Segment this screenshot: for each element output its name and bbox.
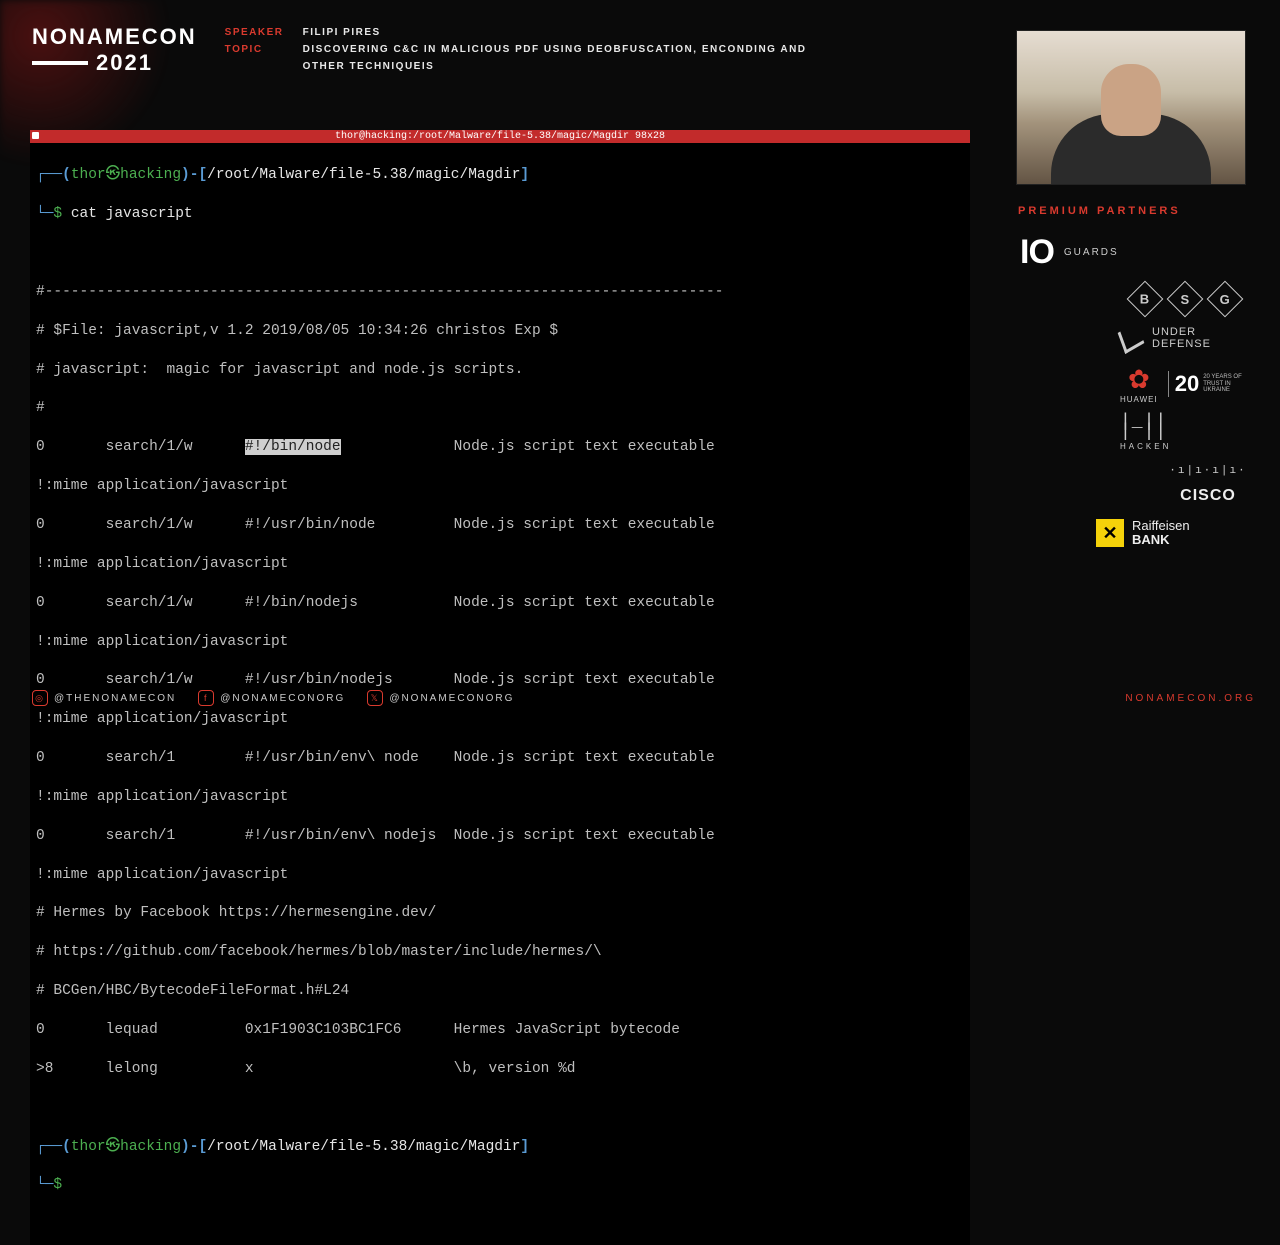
output-line: !:mime application/javascript — [36, 477, 964, 496]
output-line: # BCGen/HBC/BytecodeFileFormat.h#L24 — [36, 982, 964, 1001]
terminal-window: thor@hacking:/root/Malware/file-5.38/mag… — [30, 130, 970, 1245]
partner-huawei: ✿ HUAWEI 20 20 YEARS OF TRUST IN UKRAINE — [1120, 364, 1256, 404]
partners-heading: PREMIUM PARTNERS — [1018, 205, 1181, 217]
session-meta: SPEAKER FILIPI PIRES TOPIC DISCOVERING C… — [225, 24, 823, 75]
output-line: !:mime application/javascript — [36, 788, 964, 807]
social-links: ◎ @THENONAMECON f @NONAMECONORG 𝕏 @NONAM… — [32, 690, 514, 706]
prompt-host: hacking — [120, 167, 181, 183]
output-line: 0 search/1/w #!/bin/nodejs Node.js scrip… — [36, 594, 964, 613]
bsg-letter-icon: B — [1127, 281, 1164, 318]
bsg-letter-icon: S — [1167, 281, 1204, 318]
cisco-bars-icon: ·ı|ı·ı|ı· — [1169, 465, 1246, 477]
partner-cisco: ·ı|ı·ı|ı· CISCO — [1160, 465, 1256, 505]
io-icon: IO — [1020, 233, 1054, 272]
output-line: 0 lequad 0x1F1903C103BC1FC6 Hermes JavaS… — [36, 1021, 964, 1040]
topic-title: DISCOVERING C&C IN MALICIOUS PDF USING D… — [303, 41, 823, 75]
output-line: #---------------------------------------… — [36, 283, 964, 302]
under-defense-icon — [1118, 322, 1145, 354]
social-facebook[interactable]: f @NONAMECONORG — [198, 690, 345, 706]
partner-list: IO GUARDS B S G UNDER DEFENSE ✿ HUAWEI 2… — [1016, 233, 1256, 548]
speaker-label: SPEAKER — [225, 24, 289, 41]
raiffeisen-icon: ✕ — [1096, 519, 1124, 547]
under-defense-l1: UNDER — [1152, 326, 1211, 338]
prompt-path-2: /root/Malware/file-5.38/magic/Magdir — [207, 1139, 520, 1155]
under-defense-l2: DEFENSE — [1152, 338, 1211, 350]
huawei-20-number: 20 — [1168, 371, 1199, 397]
instagram-handle: @THENONAMECON — [54, 693, 176, 704]
topic-label: TOPIC — [225, 41, 289, 75]
site-link[interactable]: NONAMECON.ORG — [1125, 693, 1256, 704]
logo-title: NONAMECON — [32, 24, 197, 50]
speaker-name: FILIPI PIRES — [303, 24, 381, 41]
output-line: >8 lelong x \b, version %d — [36, 1060, 964, 1079]
partner-under-defense: UNDER DEFENSE — [1120, 326, 1256, 350]
output-line: # javascript: magic for javascript and n… — [36, 361, 964, 380]
output-line: 0 search/1 #!/usr/bin/env\ nodejs Node.j… — [36, 827, 964, 846]
output-line: 0 search/1/w #!/usr/bin/node Node.js scr… — [36, 516, 964, 535]
logo-year: 2021 — [96, 50, 153, 76]
social-instagram[interactable]: ◎ @THENONAMECON — [32, 690, 176, 706]
terminal-titlebar: thor@hacking:/root/Malware/file-5.38/mag… — [30, 130, 970, 143]
partner-bsg: B S G — [1130, 286, 1256, 312]
prompt-host: hacking — [120, 1139, 181, 1155]
output-line: 0 search/1 #!/usr/bin/env\ node Node.js … — [36, 749, 964, 768]
output-line: !:mime application/javascript — [36, 555, 964, 574]
command-text: cat javascript — [71, 206, 193, 222]
hacken-label: HACKEN — [1120, 442, 1171, 451]
event-logo: NONAMECON 2021 — [32, 24, 197, 76]
sidebar: PREMIUM PARTNERS IO GUARDS B S G UNDER D… — [1016, 30, 1256, 548]
huawei-tagline: 20 YEARS OF TRUST IN UKRAINE — [1203, 374, 1256, 394]
output-line: !:mime application/javascript — [36, 866, 964, 885]
raiffeisen-l1: Raiffeisen — [1132, 519, 1190, 533]
x-handle: @NONAMECONORG — [389, 693, 514, 704]
io-subtext: GUARDS — [1064, 247, 1119, 258]
highlighted-shebang: #!/bin/node — [245, 439, 341, 455]
huawei-flower-icon: ✿ — [1128, 364, 1150, 395]
output-line: # $File: javascript,v 1.2 2019/08/05 10:… — [36, 322, 964, 341]
prompt-user: thor — [71, 1139, 106, 1155]
event-header: NONAMECON 2021 SPEAKER FILIPI PIRES TOPI… — [0, 0, 1280, 76]
output-line: # https://github.com/facebook/hermes/blo… — [36, 943, 964, 962]
output-line: # — [36, 399, 964, 418]
huawei-label: HUAWEI — [1120, 395, 1158, 404]
raiffeisen-l2: BANK — [1132, 533, 1190, 547]
output-line: 0 search/1/w #!/usr/bin/nodejs Node.js s… — [36, 671, 964, 690]
logo-dash — [32, 61, 88, 65]
hacken-icon: |_||| || — [1120, 418, 1167, 438]
partner-hacken: |_||| || HACKEN — [1120, 418, 1256, 451]
prompt-user: thor — [71, 167, 106, 183]
output-line-highlight: 0 search/1/w #!/bin/node Node.js script … — [36, 438, 964, 457]
footer: ◎ @THENONAMECON f @NONAMECONORG 𝕏 @NONAM… — [32, 690, 1256, 706]
instagram-icon: ◎ — [32, 690, 48, 706]
output-line: # Hermes by Facebook https://hermesengin… — [36, 904, 964, 923]
partner-raiffeisen: ✕ Raiffeisen BANK — [1096, 519, 1256, 548]
facebook-handle: @NONAMECONORG — [220, 693, 345, 704]
social-x[interactable]: 𝕏 @NONAMECONORG — [367, 690, 514, 706]
bsg-letter-icon: G — [1207, 281, 1244, 318]
partner-io-guards: IO GUARDS — [1020, 233, 1256, 272]
cisco-label: CISCO — [1180, 487, 1236, 505]
facebook-icon: f — [198, 690, 214, 706]
x-icon: 𝕏 — [367, 690, 383, 706]
prompt-path-1: /root/Malware/file-5.38/magic/Magdir — [207, 167, 520, 183]
output-line: !:mime application/javascript — [36, 633, 964, 652]
